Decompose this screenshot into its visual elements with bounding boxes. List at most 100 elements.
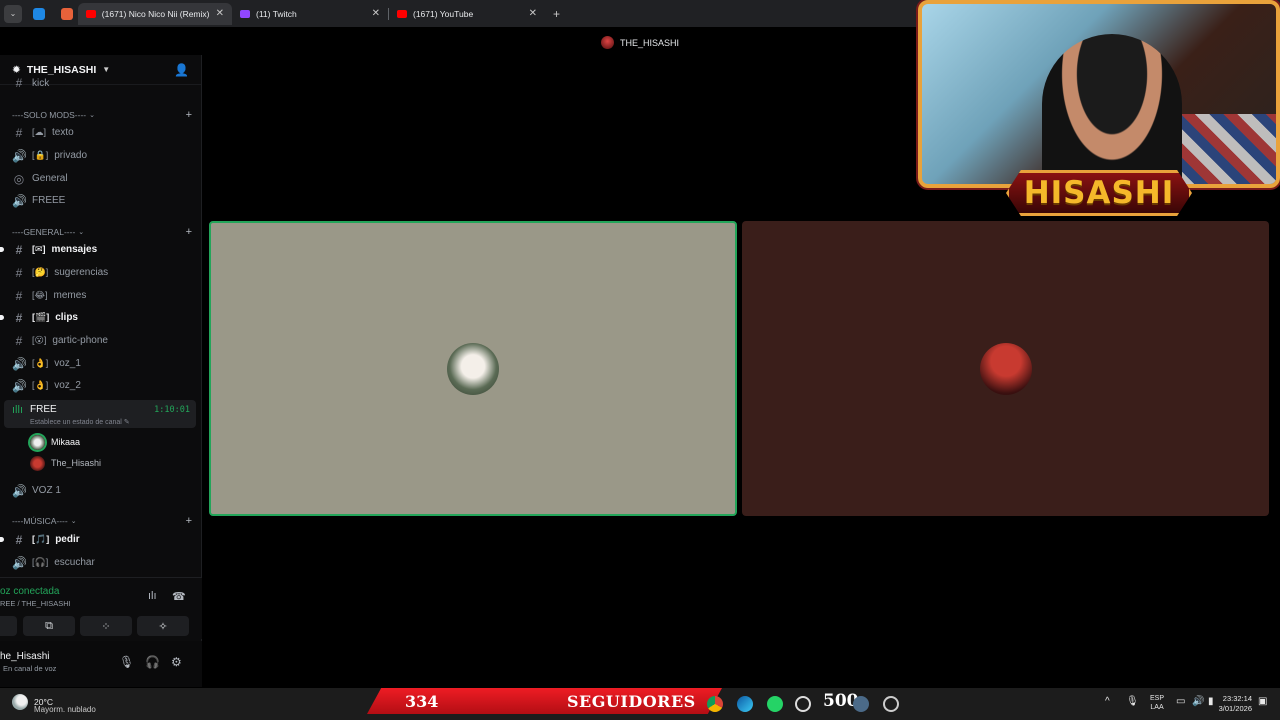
channel-voz-1-upper[interactable]: 🔊 VOZ 1 bbox=[0, 480, 196, 501]
hashtag-icon: # bbox=[15, 310, 23, 325]
channel-privado[interactable]: 🔊 [🔒] privado bbox=[0, 145, 196, 166]
streamer-figure bbox=[1042, 34, 1182, 184]
soundboard-button[interactable]: ✧ bbox=[137, 616, 189, 636]
avatar bbox=[30, 455, 45, 471]
chrome-icon[interactable] bbox=[707, 696, 723, 712]
volume-icon[interactable]: 🔊 bbox=[1192, 696, 1204, 707]
channel-escuchar[interactable]: 🔊 [🎧] escuchar bbox=[0, 552, 196, 573]
microphone-icon[interactable]: 🎙 bbox=[119, 655, 134, 669]
create-channel-icon[interactable]: + bbox=[186, 515, 192, 527]
pencil-icon: ✎ bbox=[123, 419, 130, 426]
active-voice-channel[interactable]: ıllı FREE 1:10:01 Establece un estado de… bbox=[4, 400, 196, 428]
username[interactable]: he_Hisashi bbox=[0, 651, 49, 662]
browser-tab-twitch[interactable]: (11) Twitch ✕ bbox=[232, 3, 388, 25]
avatar bbox=[447, 342, 499, 395]
voice-tile-the-hisashi[interactable] bbox=[742, 221, 1269, 516]
unread-indicator bbox=[0, 247, 4, 252]
weather-widget[interactable]: 20°C Mayorm. nublado bbox=[12, 694, 96, 714]
headphones-icon[interactable]: 🎧 bbox=[145, 655, 160, 669]
windows-taskbar: 20°C Mayorm. nublado 334 SEGUIDORES 500 … bbox=[0, 688, 1280, 720]
edge-icon[interactable] bbox=[737, 696, 753, 712]
system-clock[interactable]: 23:32:14 3/01/2026 bbox=[1212, 694, 1252, 714]
notification-icon[interactable]: ▣ bbox=[1258, 696, 1267, 707]
hand-emoji-icon: [👌] bbox=[32, 358, 49, 368]
openai-icon[interactable] bbox=[795, 696, 811, 712]
chevron-up-icon[interactable]: ^ bbox=[1105, 696, 1110, 707]
category-general[interactable]: ----GENERAL---- ⌄ + bbox=[12, 226, 192, 238]
activities-button[interactable]: ⁘ bbox=[80, 616, 132, 636]
twitch-icon bbox=[240, 9, 250, 18]
input-language[interactable]: ESP LAA bbox=[1150, 694, 1164, 712]
avatar bbox=[600, 36, 614, 49]
invite-people-icon[interactable]: 👤 bbox=[174, 63, 189, 77]
youtube-icon bbox=[86, 9, 96, 18]
hashtag-icon: # bbox=[15, 242, 23, 257]
create-channel-icon[interactable]: + bbox=[186, 226, 192, 238]
tab-title: (1671) Nico Nico Nii (Remix) - \ bbox=[101, 8, 210, 19]
steam-icon[interactable] bbox=[853, 696, 869, 712]
speaker-icon: 🔊 bbox=[12, 555, 27, 570]
voice-connected-label[interactable]: oz conectada bbox=[0, 586, 60, 597]
face-emoji-icon: [😮] bbox=[32, 335, 47, 345]
channel-memes[interactable]: # [😂] memes bbox=[0, 285, 196, 306]
unread-indicator bbox=[0, 315, 4, 320]
voice-user-mikaaa[interactable]: Mikaaa bbox=[30, 432, 80, 452]
channel-texto[interactable]: # [☁] texto bbox=[0, 122, 196, 143]
channel-gartic-phone[interactable]: # [😮] gartic-phone bbox=[0, 330, 196, 351]
user-panel: he_Hisashi En canal de voz 🎙 🎧 ⚙ bbox=[0, 641, 202, 687]
pinned-app-icon bbox=[33, 7, 45, 20]
youtube-icon bbox=[397, 9, 407, 18]
cloud-icon: [☁] bbox=[32, 127, 47, 137]
browser-tab-youtube-video[interactable]: (1671) Nico Nico Nii (Remix) - \ ✕ bbox=[78, 2, 232, 25]
laughing-emoji-icon: [😂] bbox=[32, 290, 48, 300]
channel-status-prompt[interactable]: Establece un estado de canal ✎ bbox=[30, 418, 130, 426]
screen-share-button[interactable]: ⧉ bbox=[23, 616, 75, 636]
channel-sugerencias[interactable]: # [🤔] sugerencias bbox=[0, 262, 196, 283]
channel-general-stage[interactable]: ◎ General bbox=[0, 168, 196, 189]
channel-voz-1[interactable]: 🔊 [👌] voz_1 bbox=[0, 353, 196, 374]
voice-user-the-hisashi[interactable]: The_Hisashi bbox=[30, 453, 101, 473]
envelope-icon: [✉] bbox=[32, 244, 46, 254]
channel-kick[interactable]: # kick bbox=[0, 76, 196, 90]
avatar bbox=[979, 342, 1032, 395]
pinned-tab-1[interactable] bbox=[28, 4, 50, 24]
follower-count: 334 bbox=[405, 692, 439, 711]
tab-search-menu[interactable]: ⌄ bbox=[4, 4, 22, 23]
create-channel-icon[interactable]: + bbox=[186, 109, 192, 121]
hashtag-icon: # bbox=[15, 265, 23, 280]
network-icon[interactable]: ▭ bbox=[1176, 696, 1185, 707]
close-icon[interactable]: ✕ bbox=[372, 8, 380, 19]
speaker-icon: 🔊 bbox=[12, 193, 27, 208]
microphone-icon[interactable]: 🎙 bbox=[1126, 696, 1139, 707]
disconnect-icon[interactable]: ☎ bbox=[172, 590, 186, 603]
close-icon[interactable]: ✕ bbox=[216, 8, 224, 19]
gear-icon[interactable]: ⚙ bbox=[171, 655, 182, 669]
app-icon[interactable] bbox=[883, 696, 899, 712]
channel-voz-2[interactable]: 🔊 [👌] voz_2 bbox=[0, 375, 196, 396]
channel-pedir[interactable]: # [🎵] pedir bbox=[0, 529, 196, 550]
new-tab-button[interactable]: + bbox=[553, 7, 560, 21]
category-solo-mods[interactable]: ----SOLO MODS---- ⌄ + bbox=[12, 109, 192, 121]
hashtag-icon: # bbox=[15, 288, 23, 303]
channel-mensajes[interactable]: # [✉] mensajes bbox=[0, 239, 196, 260]
speaker-icon: 🔊 bbox=[12, 378, 27, 393]
pinned-tab-2[interactable] bbox=[56, 4, 78, 24]
voice-tile-mikaaa[interactable] bbox=[209, 221, 737, 516]
camera-button[interactable] bbox=[0, 616, 17, 636]
tab-title: (1671) YouTube bbox=[413, 8, 474, 19]
screen-share-icon: ⧉ bbox=[45, 619, 53, 632]
close-icon[interactable]: ✕ bbox=[529, 8, 537, 19]
unread-indicator bbox=[0, 537, 4, 542]
thinking-emoji-icon: [🤔] bbox=[32, 267, 49, 277]
browser-tab-youtube[interactable]: (1671) YouTube ✕ bbox=[389, 3, 545, 25]
whatsapp-icon[interactable] bbox=[767, 696, 783, 712]
voice-activity-icon: ıllı bbox=[12, 404, 23, 416]
noise-suppression-icon[interactable]: ılı bbox=[148, 590, 157, 602]
channel-freee[interactable]: 🔊 FREEE bbox=[0, 190, 196, 211]
tab-title: (11) Twitch bbox=[256, 8, 297, 19]
voice-channel-path: REE / THE_HISASHI bbox=[0, 599, 71, 608]
voice-timer: 1:10:01 bbox=[154, 405, 190, 415]
server-name: THE_HISASHI bbox=[26, 63, 97, 76]
channel-clips[interactable]: # [🎬] clips bbox=[0, 307, 196, 328]
category-musica[interactable]: ----MÚSICA---- ⌄ + bbox=[12, 515, 192, 527]
